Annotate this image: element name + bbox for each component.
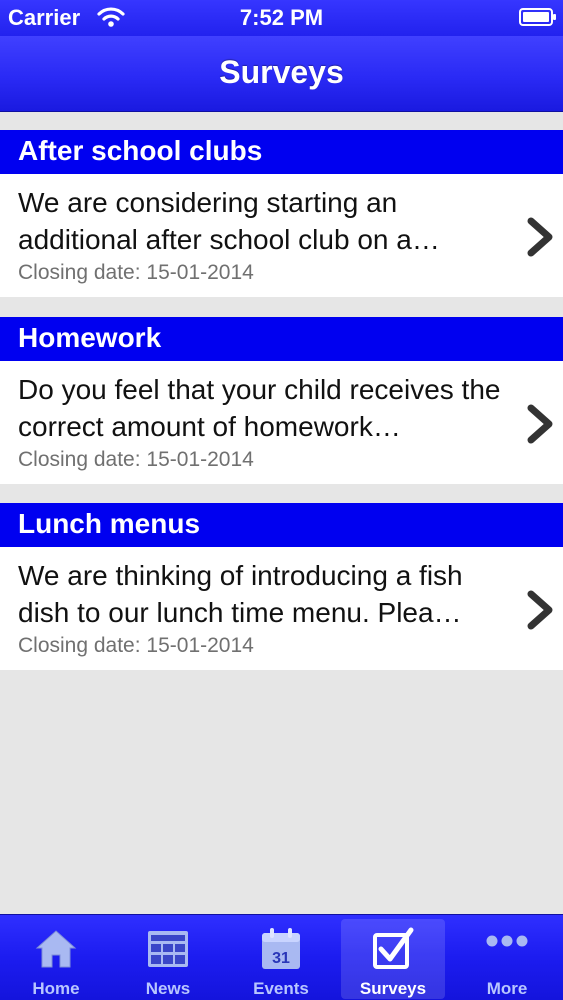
survey-closing-date: Closing date: 15-01-2014 [18,448,254,471]
tab-news[interactable]: News [116,919,220,999]
tab-bar: Home News 31 Events Surveys More [0,914,563,1000]
survey-body[interactable]: We are considering starting an additiona… [0,174,563,297]
tab-events[interactable]: 31 Events [229,919,333,999]
chevron-right-icon[interactable] [525,216,555,258]
survey-item-after-school-clubs[interactable]: After school clubs We are considering st… [0,130,563,297]
survey-title: Homework [0,317,563,361]
chevron-right-icon[interactable] [525,589,555,631]
tab-label: News [145,979,191,998]
survey-description: We are thinking of introducing a fish di… [18,560,463,628]
chevron-right-icon[interactable] [525,403,555,445]
tab-surveys[interactable]: Surveys [341,919,445,999]
battery-icon [519,8,556,26]
survey-title: After school clubs [0,130,563,174]
survey-title: Lunch menus [0,503,563,547]
tab-label: Events [253,979,309,998]
tab-label: Surveys [359,979,427,998]
page-title: Surveys [219,54,344,90]
survey-body[interactable]: We are thinking of introducing a fish di… [0,547,563,670]
tab-home[interactable]: Home [4,919,108,999]
clock-label: 7:52 PM [239,5,324,30]
home-icon [35,930,77,968]
more-icon [486,935,528,947]
tab-more[interactable]: More [455,919,559,999]
survey-description: Do you feel that your child receives the… [18,374,501,442]
survey-item-lunch-menus[interactable]: Lunch menus We are thinking of introduci… [0,503,563,670]
survey-list: After school clubs We are considering st… [0,112,563,914]
survey-item-homework[interactable]: Homework Do you feel that your child rec… [0,317,563,484]
tab-label: More [486,979,528,998]
news-icon [148,931,188,967]
status-bar: Carrier 7:52 PM [0,0,563,36]
tab-label: Home [32,979,80,998]
calendar-day-number: 31 [272,950,290,967]
survey-closing-date: Closing date: 15-01-2014 [18,634,254,657]
survey-description: We are considering starting an additiona… [18,187,440,255]
navigation-bar: Surveys [0,36,563,112]
checkbox-icon [373,927,414,969]
survey-closing-date: Closing date: 15-01-2014 [18,261,254,284]
survey-body[interactable]: Do you feel that your child receives the… [0,361,563,484]
calendar-icon: 31 [262,928,300,969]
